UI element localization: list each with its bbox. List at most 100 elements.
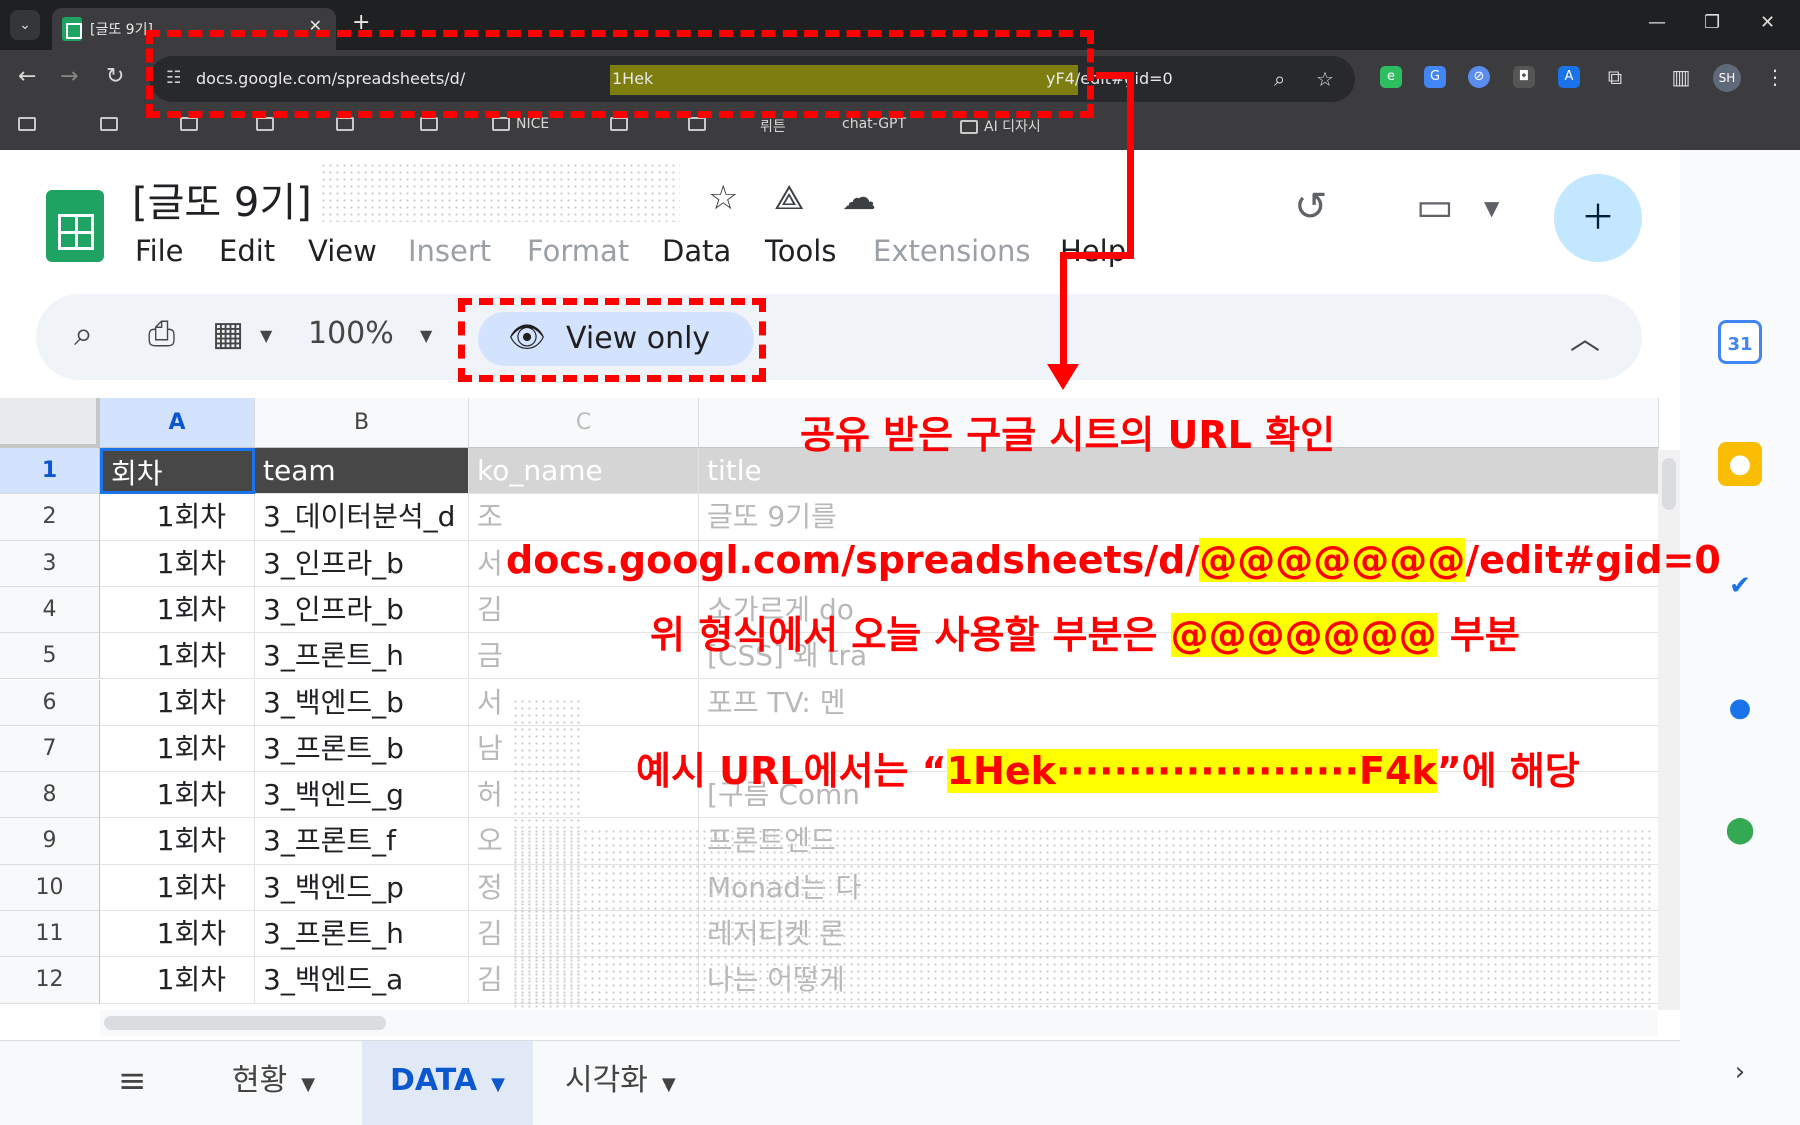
menu-help[interactable]: Help <box>1060 234 1126 268</box>
menu-format[interactable]: Format <box>527 234 629 268</box>
table-cell[interactable]: 1회차 <box>100 957 255 1004</box>
close-window-icon[interactable]: ✕ <box>1760 12 1775 33</box>
sheet-dropdown-icon[interactable]: ▼ <box>301 1074 315 1095</box>
restore-icon[interactable]: ❐ <box>1704 12 1720 33</box>
table-cell[interactable]: 3_백엔드_b <box>255 679 469 726</box>
vertical-scroll-thumb[interactable] <box>1662 458 1676 510</box>
menu-tools[interactable]: Tools <box>765 234 836 268</box>
browser-menu-icon[interactable]: ⋮ <box>1764 66 1786 88</box>
bookmark-folder-1[interactable] <box>18 116 42 132</box>
extension-a-icon[interactable]: A <box>1558 66 1580 88</box>
table-cell[interactable]: 3_백엔드_g <box>255 772 469 819</box>
sheet-tab-visualization[interactable]: 시각화 ▼ <box>537 1041 704 1125</box>
select-all-corner[interactable] <box>0 398 100 448</box>
row-header[interactable]: 1 <box>0 448 100 495</box>
bookmark-folder-7[interactable] <box>610 116 634 132</box>
tab-search-button[interactable]: ⌄ <box>10 10 40 40</box>
bookmark-folder-8[interactable] <box>688 116 712 132</box>
back-icon[interactable]: ← <box>18 64 36 89</box>
table-cell[interactable]: 1회차 <box>100 725 255 773</box>
sheet-tab-status[interactable]: 현황 ▼ <box>204 1041 343 1125</box>
bookmark-folder-6[interactable] <box>420 116 444 132</box>
extension-box-icon[interactable]: ◘ <box>1513 66 1535 88</box>
row-header[interactable]: 3 <box>0 540 100 587</box>
expand-side-panel-icon[interactable]: › <box>1718 1050 1762 1094</box>
row-header[interactable]: 11 <box>0 911 100 958</box>
header-cell[interactable]: team <box>255 448 469 495</box>
table-cell[interactable]: 1회차 <box>100 633 255 680</box>
zoom-dropdown-icon[interactable]: ▼ <box>420 326 432 345</box>
bookmark-folder-5[interactable] <box>336 116 360 132</box>
tasks-icon[interactable]: ✔ <box>1718 564 1762 608</box>
forward-icon[interactable]: → <box>60 64 78 89</box>
table-cell[interactable]: 조 <box>469 494 699 541</box>
minimize-icon[interactable]: — <box>1648 12 1666 33</box>
table-cell[interactable]: 1회차 <box>100 911 255 958</box>
search-icon[interactable]: ⌕ <box>74 314 93 354</box>
evernote-icon[interactable]: e <box>1380 66 1402 88</box>
all-sheets-menu-icon[interactable]: ≡ <box>118 1061 147 1101</box>
table-cell[interactable]: 1회차 <box>100 772 255 819</box>
collapse-menus-icon[interactable]: ︿ <box>1570 314 1600 358</box>
table-cell[interactable]: 1회차 <box>100 494 255 541</box>
bookmark-folder-3[interactable] <box>180 116 204 132</box>
horizontal-scrollbar[interactable] <box>100 1010 1658 1036</box>
table-cell[interactable]: 1회차 <box>100 679 255 726</box>
reload-icon[interactable]: ↻ <box>106 64 124 89</box>
sheet-tab-data[interactable]: DATA ▼ <box>362 1041 533 1125</box>
bookmark-ai-design[interactable]: AI 디자시 <box>960 116 1041 136</box>
maps-icon[interactable]: ⬤ <box>1718 808 1762 852</box>
table-cell[interactable]: 3_인프라_b <box>255 540 469 587</box>
cloud-saved-icon[interactable]: ☁ <box>842 178 876 218</box>
row-header[interactable]: 7 <box>0 725 100 773</box>
row-header[interactable]: 2 <box>0 494 100 541</box>
row-header[interactable]: 5 <box>0 633 100 680</box>
row-header[interactable]: 6 <box>0 679 100 726</box>
table-cell[interactable]: 1회차 <box>100 540 255 587</box>
bookmark-wrtn[interactable]: 뤼튼 <box>760 116 786 136</box>
meet-camera-icon[interactable]: ▭ <box>1416 184 1454 230</box>
table-cell[interactable]: 3_인프라_b <box>255 586 469 634</box>
table-cell[interactable]: 3_프론트_b <box>255 725 469 773</box>
calendar-icon[interactable]: 31 <box>1718 320 1762 364</box>
table-cell[interactable]: 1회차 <box>100 864 255 911</box>
table-cell[interactable]: 1회차 <box>100 586 255 634</box>
contacts-icon[interactable]: ● <box>1718 686 1762 730</box>
share-button[interactable]: ＋ <box>1554 174 1642 262</box>
table-cell[interactable]: 글또 9기를 <box>699 494 1659 541</box>
menu-file[interactable]: File <box>135 234 184 268</box>
header-cell[interactable]: ko_name <box>469 448 699 495</box>
row-header[interactable]: 8 <box>0 772 100 819</box>
menu-edit[interactable]: Edit <box>219 234 275 268</box>
row-header[interactable]: 9 <box>0 818 100 865</box>
menu-extensions[interactable]: Extensions <box>873 234 1030 268</box>
side-panel-icon[interactable]: ▥ <box>1670 66 1692 88</box>
column-header-b[interactable]: B <box>255 398 469 448</box>
print-icon[interactable]: ⎙ <box>148 314 175 354</box>
bookmark-folder-4[interactable] <box>256 116 280 132</box>
keep-icon[interactable]: ● <box>1718 442 1762 486</box>
table-cell[interactable]: 서 <box>469 679 699 726</box>
table-cell[interactable]: 3_백엔드_a <box>255 957 469 1004</box>
row-header[interactable]: 4 <box>0 586 100 634</box>
table-cell[interactable]: 3_데이터분석_d <box>255 494 469 541</box>
sheet-dropdown-icon[interactable]: ▼ <box>662 1074 676 1095</box>
extension-compass-icon[interactable]: ⊘ <box>1468 66 1490 88</box>
table-cell[interactable]: 3_프론트_f <box>255 818 469 865</box>
horizontal-scroll-thumb[interactable] <box>104 1016 386 1030</box>
row-header[interactable]: 12 <box>0 957 100 1004</box>
zoom-select[interactable]: 100% <box>308 316 394 351</box>
version-history-icon[interactable]: ↺ <box>1294 184 1328 230</box>
bookmark-nice[interactable]: NICE <box>492 116 549 132</box>
document-title[interactable]: [글또 9기] <box>132 170 312 228</box>
menu-view[interactable]: View <box>308 234 377 268</box>
translate-icon[interactable]: G <box>1424 66 1446 88</box>
table-cell[interactable]: 3_프론트_h <box>255 911 469 958</box>
star-icon[interactable]: ☆ <box>708 178 738 218</box>
extensions-puzzle-icon[interactable]: ⧉ <box>1604 66 1626 88</box>
move-to-drive-icon[interactable]: ⟁ <box>774 178 804 218</box>
vertical-scrollbar[interactable] <box>1658 450 1680 1010</box>
sheets-logo-icon[interactable] <box>46 190 104 262</box>
menu-data[interactable]: Data <box>662 234 731 268</box>
menu-insert[interactable]: Insert <box>408 234 491 268</box>
